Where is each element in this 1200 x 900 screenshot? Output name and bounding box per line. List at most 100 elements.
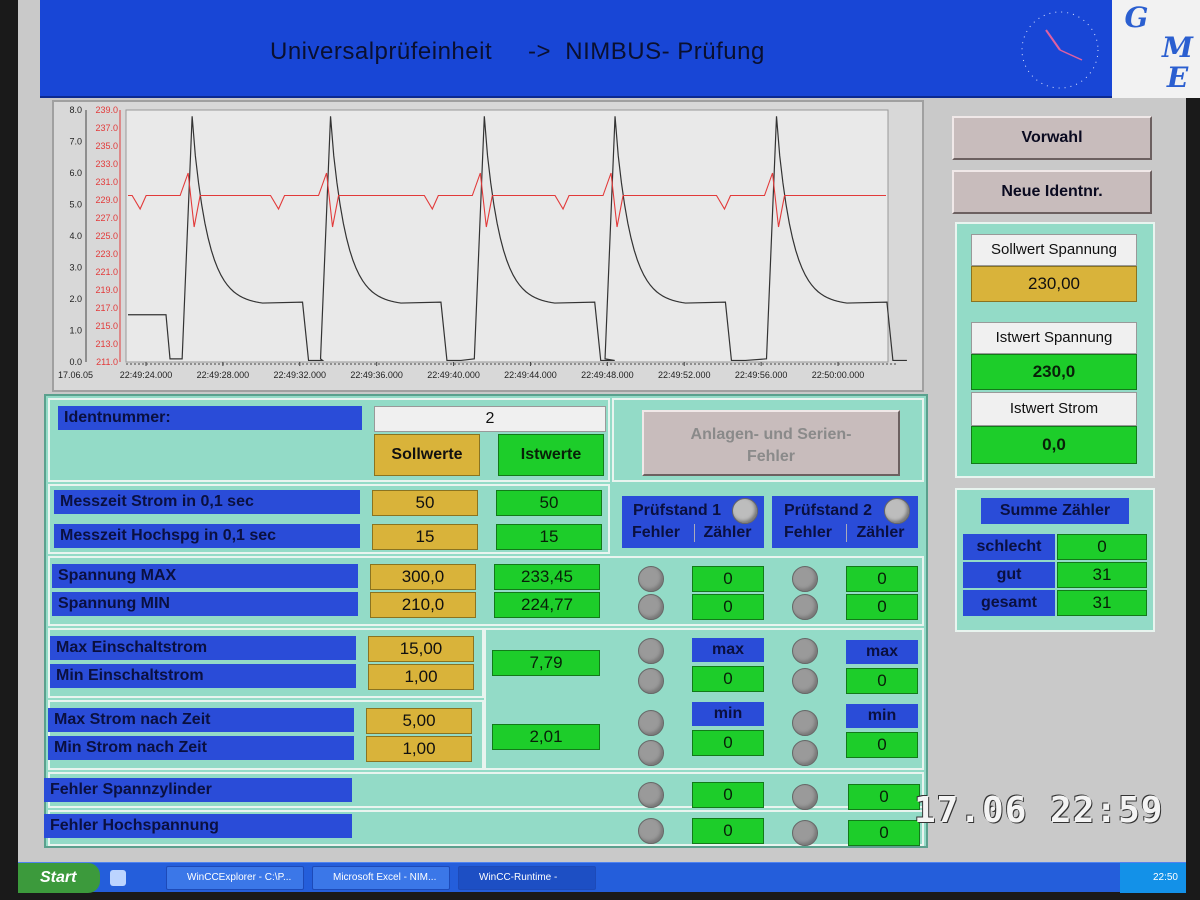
spannung-min-ps1-led [638, 594, 664, 620]
max-einschalt-ps2-led [792, 638, 818, 664]
taskbar: Start WinCCExplorer - C:\P... Microsoft … [18, 862, 1186, 893]
y-right-tick-label: 219.0 [95, 285, 118, 295]
min-einschalt-ps2-count: 0 [846, 668, 918, 694]
task-wincc-runtime[interactable]: WinCC-Runtime - [458, 866, 596, 890]
y-left-tick-label: 0.0 [69, 357, 82, 367]
y-right-tick-label: 225.0 [95, 231, 118, 241]
pruefstand-1-fehler-label: Fehler [631, 524, 680, 541]
fehler-hochspannung-label: Fehler Hochspannung [44, 814, 352, 838]
sollwert-spannung-value[interactable]: 230,00 [971, 266, 1137, 302]
y-left-tick-label: 8.0 [69, 105, 82, 115]
task-excel[interactable]: Microsoft Excel - NIM... [312, 866, 450, 890]
y-right-tick-label: 223.0 [95, 249, 118, 259]
x-tick-label: 22:49:28.000 [197, 370, 250, 380]
x-tick-label: 22:49:24.000 [120, 370, 173, 380]
min-strom-zeit-ps2-led [792, 740, 818, 766]
istwerte-header: Istwerte [498, 434, 604, 476]
min-strom-zeit-ps2-count: 0 [846, 732, 918, 758]
y-right-tick-label: 217.0 [95, 303, 118, 313]
y-left-tick-label: 3.0 [69, 263, 82, 273]
y-left-tick-label: 6.0 [69, 168, 82, 178]
spannung-min-ps2-count: 0 [846, 594, 918, 620]
y-right-tick-label: 211.0 [96, 357, 118, 367]
y-left-tick-label: 7.0 [69, 137, 82, 147]
min-einschalt-ps1-led [638, 668, 664, 694]
min-strom-zeit-ps1-count: 0 [692, 730, 764, 756]
fehler-hochspannung-ps2-count: 0 [848, 820, 920, 846]
logo-letter-e: E [1166, 61, 1189, 94]
summe-zaehler-panel: Summe Zähler schlecht 0 gut 31 gesamt 31 [955, 488, 1155, 632]
vorwahl-button[interactable]: Vorwahl [952, 116, 1152, 160]
max-einschaltstrom-soll[interactable]: 15,00 [368, 636, 474, 662]
max-einschaltstrom-label: Max Einschaltstrom [50, 636, 356, 660]
spannung-max-soll[interactable]: 300,0 [370, 564, 476, 590]
y-left-tick-label: 5.0 [69, 200, 82, 210]
messzeit-hochspg-label: Messzeit Hochspg in 0,1 sec [54, 524, 360, 548]
y-right-tick-label: 213.0 [95, 339, 118, 349]
y-right-tick-label: 235.0 [95, 141, 118, 151]
y-left-tick-label: 4.0 [69, 231, 82, 241]
pruefstand-1-header: Prüfstand 1 Fehler Zähler [622, 496, 764, 548]
pruefstand-1-status-led [732, 498, 758, 524]
max-strom-zeit-ps2-led [792, 710, 818, 736]
quick-launch-icon[interactable] [110, 870, 126, 886]
min-einschalt-ps1-count: 0 [692, 666, 764, 692]
gesamt-count: 31 [1057, 590, 1147, 616]
x-tick-label: 22:49:56.000 [735, 370, 788, 380]
x-tick-label: 22:49:52.000 [658, 370, 711, 380]
x-tick-label: 22:49:44.000 [504, 370, 557, 380]
min-einschaltstrom-soll[interactable]: 1,00 [368, 664, 474, 690]
pruefstand-2-status-led [884, 498, 910, 524]
schlecht-count: 0 [1057, 534, 1147, 560]
max-strom-zeit-ps1-tag: min [692, 702, 764, 726]
spannung-max-ps1-led [638, 566, 664, 592]
pruefstand-1-title: Prüfstand 1 [632, 502, 721, 519]
spannung-min-ps2-led [792, 594, 818, 620]
x-tick-label: 22:50:00.000 [812, 370, 865, 380]
min-strom-zeit-label: Min Strom nach Zeit [48, 736, 354, 760]
start-button[interactable]: Start [18, 863, 100, 893]
y-left-tick-label: 1.0 [69, 326, 82, 336]
max-strom-zeit-soll[interactable]: 5,00 [366, 708, 472, 734]
gesamt-label: gesamt [963, 590, 1055, 616]
x-tick-label: 22:49:48.000 [581, 370, 634, 380]
min-strom-zeit-soll[interactable]: 1,00 [366, 736, 472, 762]
fehler-hochspannung-ps2-led [792, 820, 818, 846]
sollwert-spannung-label: Sollwert Spannung [971, 234, 1137, 266]
ident-input[interactable]: 2 [374, 406, 606, 432]
y-right-tick-label: 221.0 [95, 267, 118, 277]
y-right-tick-label: 233.0 [95, 159, 118, 169]
y-right-tick-label: 229.0 [95, 195, 118, 205]
spannung-min-ist: 224,77 [494, 592, 600, 618]
max-strom-zeit-label: Max Strom nach Zeit [48, 708, 354, 732]
spannung-max-ps2-led [792, 566, 818, 592]
pruefstand-2-fehler-label: Fehler [783, 524, 832, 541]
gut-label: gut [963, 562, 1055, 588]
max-strom-zeit-ps1-led [638, 710, 664, 736]
pruefstand-2-title: Prüfstand 2 [783, 502, 872, 519]
schlecht-label: schlecht [963, 534, 1055, 560]
istwert-strom-value: 0,0 [971, 426, 1137, 464]
task-wincc-explorer[interactable]: WinCCExplorer - C:\P... [166, 866, 304, 890]
istwert-strom-label: Istwert Strom [971, 392, 1137, 426]
max-einschalt-ps1-tag: max [692, 638, 764, 662]
max-strom-zeit-ps2-tag: min [846, 704, 918, 728]
y-right-tick-label: 215.0 [95, 321, 118, 331]
x-tick-label: 22:49:32.000 [274, 370, 327, 380]
anlagen-serien-fehler-button[interactable]: Anlagen- und Serien- Fehler [642, 410, 900, 476]
max-einschalt-ps1-led [638, 638, 664, 664]
fehler-spannzylinder-ps1-led [638, 782, 664, 808]
x-tick-label: 22:49:36.000 [350, 370, 403, 380]
y-right-tick-label: 227.0 [95, 213, 118, 223]
strom-zeit-ist: 2,01 [492, 724, 600, 750]
plot-area [125, 109, 889, 363]
fehler-spannzylinder-label: Fehler Spannzylinder [44, 778, 352, 802]
neue-identnr-button[interactable]: Neue Identnr. [952, 170, 1152, 214]
header-bar: Universalprüfeinheit -> NIMBUS- Prüfung … [40, 0, 1200, 98]
messzeit-hochspg-soll[interactable]: 15 [372, 524, 478, 550]
logo-letter-g: G [1124, 1, 1149, 34]
spannung-min-soll[interactable]: 210,0 [370, 592, 476, 618]
min-einschaltstrom-label: Min Einschaltstrom [50, 664, 356, 688]
messzeit-strom-soll[interactable]: 50 [372, 490, 478, 516]
min-strom-zeit-ps1-led [638, 740, 664, 766]
